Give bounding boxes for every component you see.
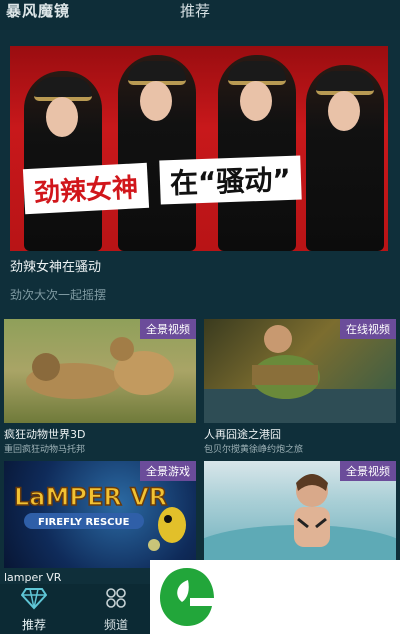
card-thumbnail: 全景视频	[4, 319, 196, 423]
nav-item-recommend[interactable]: 推荐	[4, 586, 64, 633]
card-thumbnail: 全景视频	[204, 461, 396, 561]
card-subtitle: 包贝尔搅黄徐峥约炮之旅	[204, 445, 304, 455]
game-art-title: LaMPER VR	[14, 483, 167, 511]
banner-headline-left: 劲辣女神	[22, 162, 150, 215]
card-title[interactable]: lamper VR	[4, 571, 61, 584]
featured-banner[interactable]: 劲辣女神 在“骚动”	[10, 46, 388, 251]
grid-icon	[86, 586, 146, 616]
content-type-badge: 全景视频	[140, 319, 196, 339]
top-bar: 暴风魔镜 推荐	[0, 0, 400, 30]
leaf-logo-icon	[160, 568, 214, 626]
banner-figure	[24, 71, 102, 251]
banner-subtitle: 劲次大次一起摇摆	[10, 288, 107, 302]
logo-overlay	[150, 560, 400, 634]
content-type-badge: 全景视频	[340, 461, 396, 481]
content-type-badge: 在线视频	[340, 319, 396, 339]
card-title[interactable]: 疯狂动物世界3D	[4, 426, 85, 442]
card-subtitle: 重回疯狂动物马托邦	[4, 445, 86, 455]
nav-item-channel[interactable]: 频道	[86, 586, 146, 633]
nav-label: 推荐	[21, 618, 46, 632]
diamond-icon	[4, 586, 64, 616]
banner-headline-right: 在“骚动”	[159, 155, 302, 205]
banner-figure	[306, 65, 384, 251]
game-art-subtitle: FIREFLY RESCUE	[38, 517, 130, 528]
nav-label: 频道	[103, 618, 128, 632]
card-thumbnail: LaMPER VR FIREFLY RESCUE 全景游戏	[4, 461, 196, 568]
banner-caption[interactable]: 劲辣女神在骚动	[10, 256, 101, 275]
banner-figure	[118, 55, 196, 251]
video-card[interactable]: 全景视频	[204, 461, 396, 561]
game-card[interactable]: LaMPER VR FIREFLY RESCUE 全景游戏	[4, 461, 196, 568]
card-title[interactable]: 人再囧途之港囧	[204, 426, 281, 442]
video-card[interactable]: 全景视频	[4, 319, 196, 423]
card-thumbnail: 在线视频	[204, 319, 396, 423]
content-type-badge: 全景游戏	[140, 461, 196, 481]
tab-recommend-title[interactable]: 推荐	[180, 0, 210, 21]
video-card[interactable]: 在线视频	[204, 319, 396, 423]
banner-figure	[218, 55, 296, 251]
app-title: 暴风魔镜	[6, 2, 71, 20]
